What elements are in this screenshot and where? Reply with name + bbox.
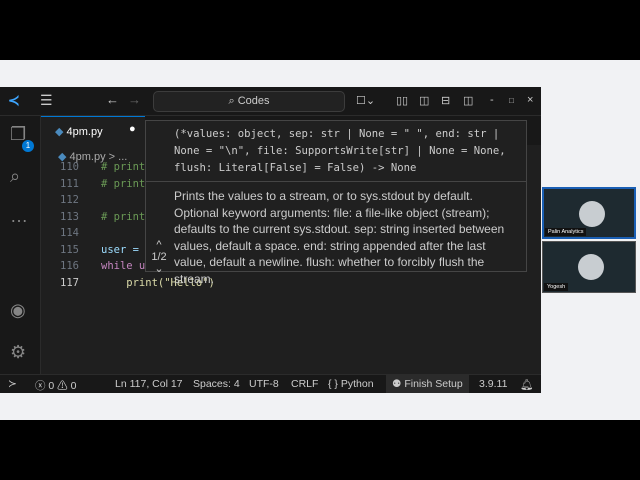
- chevron-up-icon[interactable]: ^: [148, 239, 170, 251]
- copilot-chat-icon[interactable]: ☐⌄: [356, 94, 375, 107]
- setup-label: Finish Setup: [404, 378, 463, 390]
- vscode-window: ≺ ☰ ← → ⌕ Codes ☐⌄ ▯▯ ◫ ⊟ ◫ - □ × ❐ 1 ⌕ …: [0, 87, 541, 393]
- line-number: 112: [60, 194, 79, 206]
- search-icon[interactable]: ⌕: [10, 166, 20, 187]
- hover-tooltip: (*values: object, sep: str | None = " ",…: [145, 120, 527, 286]
- account-icon[interactable]: ◉: [10, 300, 26, 321]
- python-version[interactable]: 3.9.11: [479, 378, 507, 390]
- back-arrow-icon[interactable]: ←: [106, 92, 119, 107]
- close-icon[interactable]: ×: [527, 94, 533, 106]
- chevron-down-icon[interactable]: ⌄: [148, 263, 170, 275]
- vscode-logo-icon: ≺: [8, 92, 20, 108]
- toggle-secondary-sidebar-icon[interactable]: ◫: [463, 94, 473, 107]
- line-number: 116: [60, 260, 79, 272]
- line-number: 115: [60, 243, 79, 256]
- forward-arrow-icon[interactable]: →: [128, 92, 141, 107]
- line-number: 113: [60, 210, 79, 223]
- search-label: Codes: [237, 95, 270, 107]
- participant-tile[interactable]: Palin Analytics: [542, 187, 636, 239]
- indentation[interactable]: Spaces: 4: [193, 378, 240, 390]
- status-bar: ≻ ⓧ 0 ⚠ 0 Ln 117, Col 17 Spaces: 4 UTF-8…: [0, 374, 541, 393]
- problems-indicator[interactable]: ⓧ 0 ⚠ 0: [35, 378, 76, 393]
- code-line: # print: [101, 210, 146, 223]
- menu-icon[interactable]: ☰: [40, 92, 53, 109]
- code-line: # print: [101, 161, 146, 173]
- error-count: 0: [48, 380, 55, 392]
- code-line: # print: [101, 177, 146, 190]
- signature: (*values: object, sep: str | None = " ",…: [146, 121, 526, 182]
- toggle-sidebar-icon[interactable]: ◫: [419, 94, 429, 107]
- encoding[interactable]: UTF-8: [249, 378, 279, 390]
- customize-layout-icon[interactable]: ▯▯: [396, 94, 408, 107]
- toggle-panel-icon[interactable]: ⊟: [441, 94, 450, 107]
- code-line: user =: [101, 243, 146, 256]
- avatar: [579, 201, 605, 227]
- participant-name: Yogesh: [544, 283, 569, 291]
- command-search[interactable]: ⌕ Codes: [153, 91, 345, 112]
- warning-count: 0: [70, 380, 77, 392]
- tab-4pm-py[interactable]: ◆ 4pm.py ●: [41, 116, 145, 145]
- remote-icon[interactable]: ≻: [8, 378, 17, 390]
- overload-counter: 1/2: [151, 251, 167, 263]
- language-mode[interactable]: { } Python: [328, 378, 374, 390]
- participant-tile[interactable]: Yogesh: [542, 241, 636, 293]
- title-bar: ≺ ☰ ← → ⌕ Codes ☐⌄ ▯▯ ◫ ⊟ ◫ - □ ×: [0, 87, 541, 116]
- avatar: [578, 254, 604, 280]
- language-label: Python: [340, 378, 374, 390]
- overload-nav: ^ 1/2 ⌄: [148, 239, 170, 275]
- documentation: Prints the values to a stream, or to sys…: [174, 189, 505, 286]
- settings-gear-icon[interactable]: ⚙: [10, 342, 26, 363]
- cursor-position[interactable]: Ln 117, Col 17: [115, 378, 183, 390]
- line-number: 114: [60, 227, 79, 239]
- minimize-icon[interactable]: -: [490, 94, 494, 106]
- more-icon[interactable]: …: [10, 206, 28, 227]
- maximize-icon[interactable]: □: [509, 96, 514, 105]
- tab-label: 4pm.py: [66, 126, 103, 138]
- unsaved-dot-icon[interactable]: ●: [129, 123, 136, 135]
- finish-setup-button[interactable]: ⚉ Finish Setup: [386, 375, 469, 393]
- participant-name: Palin Analytics: [545, 228, 587, 236]
- python-file-icon: ◆: [55, 126, 64, 138]
- line-number: 117: [60, 276, 79, 289]
- notifications-bell-icon[interactable]: 🔔︎: [520, 378, 533, 391]
- code-line: while u: [101, 260, 146, 272]
- explorer-badge: 1: [22, 140, 34, 152]
- line-ending[interactable]: CRLF: [291, 378, 318, 390]
- activity-bar: ❐ 1 ⌕ … ◉ ⚙: [0, 116, 41, 374]
- line-number: 110: [60, 161, 79, 173]
- line-number: 111: [60, 177, 79, 190]
